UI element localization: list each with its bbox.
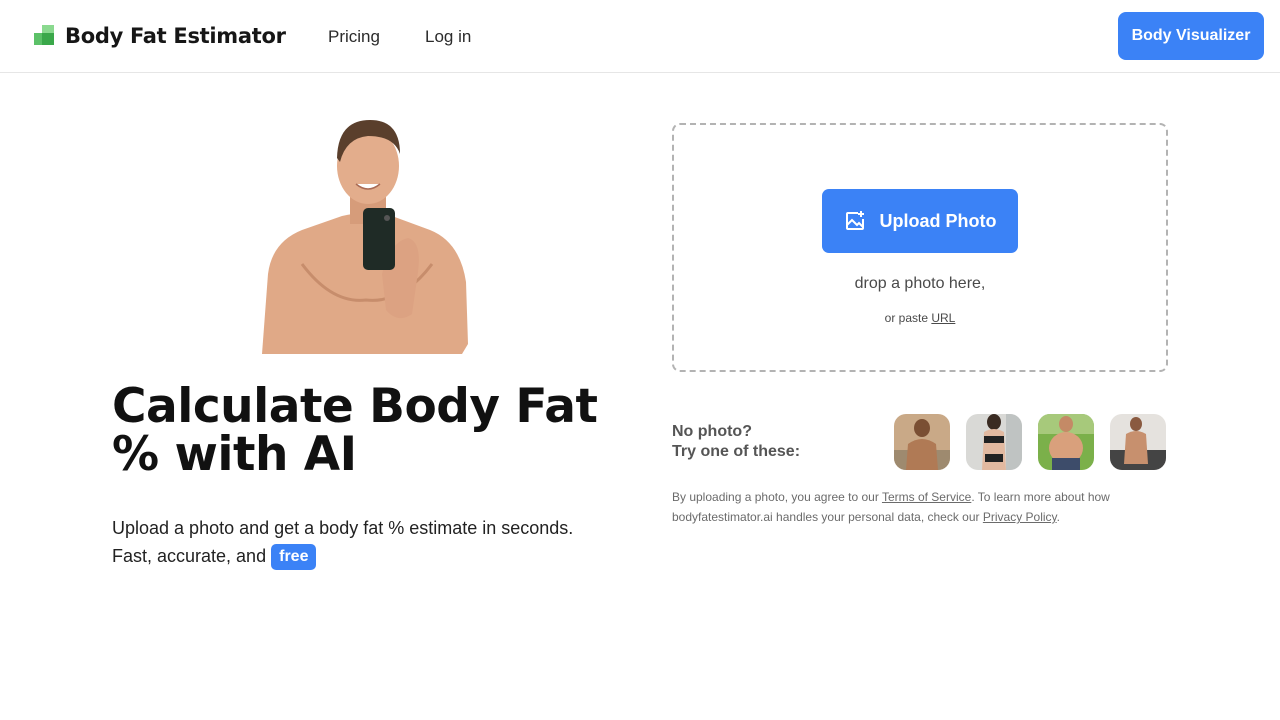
sample-prompt-line-1: No photo?: [672, 423, 752, 440]
hero-person-image: [262, 114, 468, 354]
body-visualizer-button[interactable]: Body Visualizer: [1118, 12, 1264, 60]
subtitle-line-1: Upload a photo and get a body fat % esti…: [112, 518, 574, 538]
top-navbar: Body Fat Estimator Pricing Log in Body V…: [0, 0, 1280, 73]
logo-icon: [34, 25, 56, 47]
sample-prompt: No photo? Try one of these:: [672, 422, 800, 462]
legal-notice: By uploading a photo, you agree to our T…: [672, 487, 1142, 527]
paste-url-link[interactable]: URL: [931, 311, 955, 325]
sample-photo-2[interactable]: [966, 414, 1022, 470]
paste-hint: or paste URL: [674, 311, 1166, 325]
paste-prefix: or paste: [884, 311, 928, 325]
subtitle-line-2: Fast, accurate, and: [112, 546, 267, 566]
upload-photo-button[interactable]: Upload Photo: [822, 189, 1018, 253]
legal-text-3: .: [1056, 510, 1061, 524]
title-line-1: Calculate Body Fat: [112, 379, 598, 434]
sample-photo-4[interactable]: [1110, 414, 1166, 470]
hero-subtitle: Upload a photo and get a body fat % esti…: [112, 514, 632, 571]
image-add-icon: [845, 211, 864, 230]
free-badge: free: [271, 544, 317, 571]
sample-prompt-line-2: Try one of these:: [672, 443, 801, 460]
terms-of-service-link[interactable]: Terms of Service: [882, 490, 971, 504]
sample-photo-1[interactable]: [894, 414, 950, 470]
nav-login-link[interactable]: Log in: [425, 27, 471, 47]
photo-dropzone[interactable]: Upload Photo drop a photo here, or paste…: [672, 123, 1168, 372]
brand-name: Body Fat Estimator: [65, 24, 286, 48]
nav-pricing-link[interactable]: Pricing: [328, 27, 380, 47]
title-line-2: % with AI: [112, 427, 357, 482]
sample-photo-list: [894, 414, 1166, 470]
privacy-policy-link[interactable]: Privacy Policy: [983, 510, 1057, 524]
drop-hint: drop a photo here,: [854, 275, 986, 292]
legal-text-1: By uploading a photo, you agree to our: [672, 490, 879, 504]
upload-photo-label: Upload Photo: [879, 210, 997, 231]
page-title: Calculate Body Fat % with AI: [112, 383, 632, 479]
brand-logo-link[interactable]: Body Fat Estimator: [34, 24, 286, 48]
sample-photo-3[interactable]: [1038, 414, 1094, 470]
